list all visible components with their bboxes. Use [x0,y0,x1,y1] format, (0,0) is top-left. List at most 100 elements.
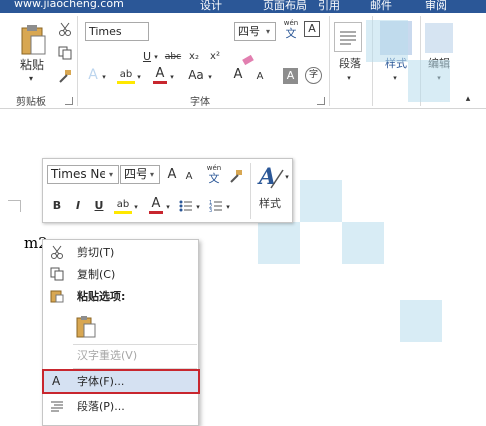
mini-underline-button[interactable]: U [93,198,105,214]
mini-font-color-label: A [151,196,161,211]
mini-grow-font-button[interactable]: A [165,167,179,183]
context-menu: 剪切(T) 复制(C) 粘贴选项: 汉字重选(V) A 字体(F)... 段落(… [42,239,200,426]
font-size-dropdown-icon[interactable]: ▾ [262,23,274,40]
mini-font-size-combo[interactable]: 四号 ▾ [120,165,160,184]
watermark-block [300,180,342,222]
character-border-button[interactable]: A [304,21,320,37]
paste-keep-formatting-icon[interactable] [75,315,97,339]
styles-dropdown-icon[interactable]: ▾ [390,70,400,86]
collapse-ribbon-icon[interactable]: ▴ [462,91,474,107]
menu-item-cut[interactable]: 剪切(T) [43,242,198,263]
menu-item-reconvert: 汉字重选(V) [43,345,198,366]
mini-styles-dropdown-icon[interactable]: ▾ [283,169,291,185]
mini-font-name-value: Times Ne [51,167,107,181]
character-shading-button[interactable]: A [283,68,298,84]
phonetic-guide-button[interactable]: wén 文 [282,19,300,40]
ribbon-tab-strip: www.jiaocheng.com 设计 页面布局 引用 邮件 审阅 [0,0,486,13]
highlight-label: ab [119,69,133,80]
tab-page-layout[interactable]: 页面布局 [263,0,307,13]
mini-highlight-label: ab [116,199,130,210]
mini-highlight-dropdown-icon[interactable]: ▾ [132,199,140,215]
mini-numbering-dropdown-icon[interactable]: ▾ [224,199,232,215]
mini-bold-button[interactable]: B [51,198,63,214]
change-case-button[interactable]: Aa [186,67,206,83]
tab-review[interactable]: 审阅 [425,0,447,13]
paste-dropdown-icon[interactable]: ▾ [25,71,37,87]
underline-dropdown-icon[interactable]: ▾ [152,49,160,65]
font-icon: A [52,374,61,388]
mini-bullets-dropdown-icon[interactable]: ▾ [194,199,202,215]
mini-format-painter-icon[interactable] [229,168,243,183]
mini-font-name-dropdown-icon[interactable]: ▾ [105,166,117,183]
paragraph-icon [50,399,64,413]
watermark-block [258,222,300,264]
mini-phonetic-bottom-text: 文 [208,172,220,185]
cut-icon [50,245,64,259]
subscript-button[interactable]: x₂ [186,49,202,65]
menu-item-font[interactable]: A 字体(F)... [42,369,200,394]
font-size-combo[interactable]: 四号 ▾ [234,22,276,41]
mini-phonetic-guide-button[interactable]: wén 文 [205,164,223,185]
svg-text:A: A [257,164,276,190]
font-color-dropdown-icon[interactable]: ▾ [168,69,176,85]
font-name-value: Times [89,25,122,38]
menu-item-paste-options: 粘贴选项: [43,286,198,307]
menu-separator [73,368,197,369]
mini-toolbar: Times Ne ▾ 四号 ▾ A A wén 文 B I U ab ▾ A ▾… [42,158,293,223]
mini-styles-button[interactable]: 样式 [255,196,285,212]
margin-mark [8,200,20,201]
font-color-bar [153,81,167,84]
format-painter-icon[interactable] [58,68,72,83]
menu-item-copy[interactable]: 复制(C) [43,264,198,285]
margin-mark [20,200,21,212]
strikethrough-button[interactable]: abc [163,49,183,65]
clipboard-group-label: 剪贴板 [16,97,46,108]
font-launcher-icon[interactable] [317,97,325,105]
mini-divider [250,163,251,219]
phonetic-bottom-text: 文 [285,27,297,40]
paragraph-dropdown-icon[interactable]: ▾ [344,70,354,86]
menu-item-cut-label: 剪切(T) [77,246,115,259]
highlight-dropdown-icon[interactable]: ▾ [135,69,143,85]
grow-font-button[interactable]: A [231,67,245,83]
tab-design[interactable]: 设计 [200,0,222,13]
cut-icon[interactable] [58,21,72,36]
menu-item-paragraph-label: 段落(P)... [77,400,125,413]
ribbon-divider [77,16,78,106]
tab-mailings[interactable]: 邮件 [370,0,392,13]
menu-item-paragraph[interactable]: 段落(P)... [43,396,198,417]
change-case-dropdown-icon[interactable]: ▾ [206,69,214,85]
font-color-button[interactable]: A [153,66,167,84]
mini-font-color-dropdown-icon[interactable]: ▾ [164,199,172,215]
copy-icon [50,267,64,281]
superscript-button[interactable]: x² [207,49,223,65]
paragraph-icon[interactable] [334,22,362,52]
clipboard-launcher-icon[interactable] [65,97,73,105]
copy-icon[interactable] [58,45,72,60]
text-effects-button[interactable]: A [86,67,100,83]
mini-font-name-combo[interactable]: Times Ne ▾ [47,165,119,184]
tab-home[interactable]: www.jiaocheng.com [14,0,124,10]
enclose-characters-button[interactable]: 字 [305,67,322,84]
clear-formatting-icon[interactable] [241,51,255,66]
mini-highlight-button[interactable]: ab [114,197,132,214]
mini-bullets-icon[interactable] [179,198,193,212]
font-color-label: A [155,66,165,81]
menu-item-font-label: 字体(F)... [77,375,125,388]
mini-numbering-icon[interactable]: 123 [209,198,223,214]
font-name-combo[interactable]: Times [85,22,149,41]
editing-icon[interactable] [425,23,453,53]
watermark-block [342,222,384,264]
tab-references[interactable]: 引用 [318,0,340,13]
shrink-font-button[interactable]: A [254,69,266,85]
bold-button[interactable]: B [94,49,108,65]
text-effects-dropdown-icon[interactable]: ▾ [100,69,108,85]
paste-icon[interactable] [19,24,47,56]
highlight-button[interactable]: ab [117,67,135,84]
mini-italic-button[interactable]: I [72,198,84,214]
watermark-block [400,300,442,342]
mini-font-color-button[interactable]: A [149,196,163,214]
mini-font-size-dropdown-icon[interactable]: ▾ [146,166,158,183]
mini-shrink-font-button[interactable]: A [183,169,195,185]
svg-text:3: 3 [209,208,212,213]
